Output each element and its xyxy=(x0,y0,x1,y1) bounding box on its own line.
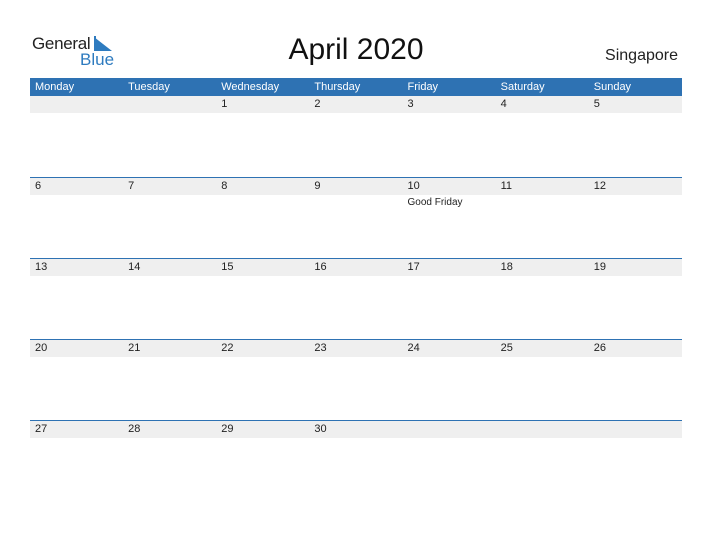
day-number: 13 xyxy=(35,261,48,273)
day-number xyxy=(589,421,682,438)
day-event: Good Friday xyxy=(407,197,463,208)
day-number: 6 xyxy=(35,180,42,192)
day-number: 12 xyxy=(593,180,606,192)
day-number: 17 xyxy=(407,261,420,273)
day-number-row: 6 7 8 9 10 11 12 xyxy=(30,178,682,195)
country-label: Singapore xyxy=(605,47,678,64)
day-number: 19 xyxy=(593,261,606,273)
day-number: 8 xyxy=(221,180,228,192)
day-number-row: 1 2 3 4 5 xyxy=(30,96,682,113)
day-number: 10 xyxy=(407,180,420,192)
day-number: 2 xyxy=(314,98,321,110)
day-event xyxy=(309,438,402,439)
event-row: Good Friday xyxy=(30,195,682,209)
day-event xyxy=(496,276,589,277)
day-event xyxy=(496,438,589,439)
day-number-row: 27 28 29 30 xyxy=(30,421,682,438)
week-row: 20 21 22 23 24 25 26 xyxy=(30,339,682,421)
day-event xyxy=(496,357,589,358)
day-number: 1 xyxy=(221,98,228,110)
day-number xyxy=(123,96,216,113)
day-number: 25 xyxy=(500,342,513,354)
event-row xyxy=(30,113,682,114)
day-event xyxy=(30,195,123,209)
day-event xyxy=(589,438,682,439)
day-number: 7 xyxy=(128,180,135,192)
weekday-wednesday: Wednesday xyxy=(221,81,280,93)
day-number: 16 xyxy=(314,261,327,273)
day-event xyxy=(403,113,496,114)
day-number: 18 xyxy=(500,261,513,273)
day-event xyxy=(30,113,123,114)
day-event xyxy=(216,438,309,439)
day-number xyxy=(403,421,496,438)
weekday-friday: Friday xyxy=(407,81,439,93)
day-event xyxy=(403,276,496,277)
day-event xyxy=(216,357,309,358)
day-event xyxy=(123,195,216,209)
day-event xyxy=(309,276,402,277)
weekday-tuesday: Tuesday xyxy=(128,81,170,93)
day-event xyxy=(496,113,589,114)
week-row: 1 2 3 4 5 xyxy=(30,96,682,177)
day-event xyxy=(123,113,216,114)
day-event xyxy=(589,113,682,114)
day-event xyxy=(216,113,309,114)
weekday-thursday: Thursday xyxy=(314,81,361,93)
event-row xyxy=(30,438,682,439)
weekday-sunday: Sunday xyxy=(593,81,632,93)
day-number: 14 xyxy=(128,261,141,273)
day-event xyxy=(216,276,309,277)
day-event xyxy=(309,357,402,358)
day-number: 11 xyxy=(500,180,513,192)
day-number: 21 xyxy=(128,342,141,354)
day-event xyxy=(216,195,309,209)
day-event xyxy=(123,276,216,277)
day-number: 30 xyxy=(314,423,327,435)
day-number-row: 20 21 22 23 24 25 26 xyxy=(30,340,682,357)
week-row: 27 28 29 30 xyxy=(30,420,682,502)
day-event xyxy=(309,195,402,209)
day-number-row: 13 14 15 16 17 18 19 xyxy=(30,259,682,276)
day-number: 5 xyxy=(593,98,600,110)
day-number: 23 xyxy=(314,342,327,354)
day-event xyxy=(403,357,496,358)
day-number: 24 xyxy=(407,342,420,354)
event-row xyxy=(30,357,682,358)
day-event xyxy=(123,438,216,439)
event-row xyxy=(30,276,682,277)
day-number: 26 xyxy=(593,342,606,354)
weekday-header: Monday Tuesday Wednesday Thursday Friday… xyxy=(30,78,682,96)
day-number: 4 xyxy=(500,98,507,110)
day-event xyxy=(30,357,123,358)
day-number: 27 xyxy=(35,423,48,435)
week-row: 6 7 8 9 10 11 12 Good Friday xyxy=(30,177,682,259)
weekday-monday: Monday xyxy=(35,81,75,93)
day-event xyxy=(589,195,682,209)
day-number xyxy=(496,421,589,438)
weekday-saturday: Saturday xyxy=(500,81,545,93)
day-event xyxy=(123,357,216,358)
day-number: 28 xyxy=(128,423,141,435)
day-event xyxy=(589,357,682,358)
day-number: 9 xyxy=(314,180,321,192)
day-event xyxy=(30,438,123,439)
day-number: 3 xyxy=(407,98,414,110)
day-event xyxy=(309,113,402,114)
day-number: 20 xyxy=(35,342,48,354)
day-event xyxy=(403,438,496,439)
week-row: 13 14 15 16 17 18 19 xyxy=(30,258,682,340)
day-number xyxy=(30,96,123,113)
day-event xyxy=(589,276,682,277)
day-number: 29 xyxy=(221,423,234,435)
day-number: 15 xyxy=(221,261,234,273)
day-event xyxy=(30,276,123,277)
day-event xyxy=(496,195,589,209)
day-number: 22 xyxy=(221,342,234,354)
